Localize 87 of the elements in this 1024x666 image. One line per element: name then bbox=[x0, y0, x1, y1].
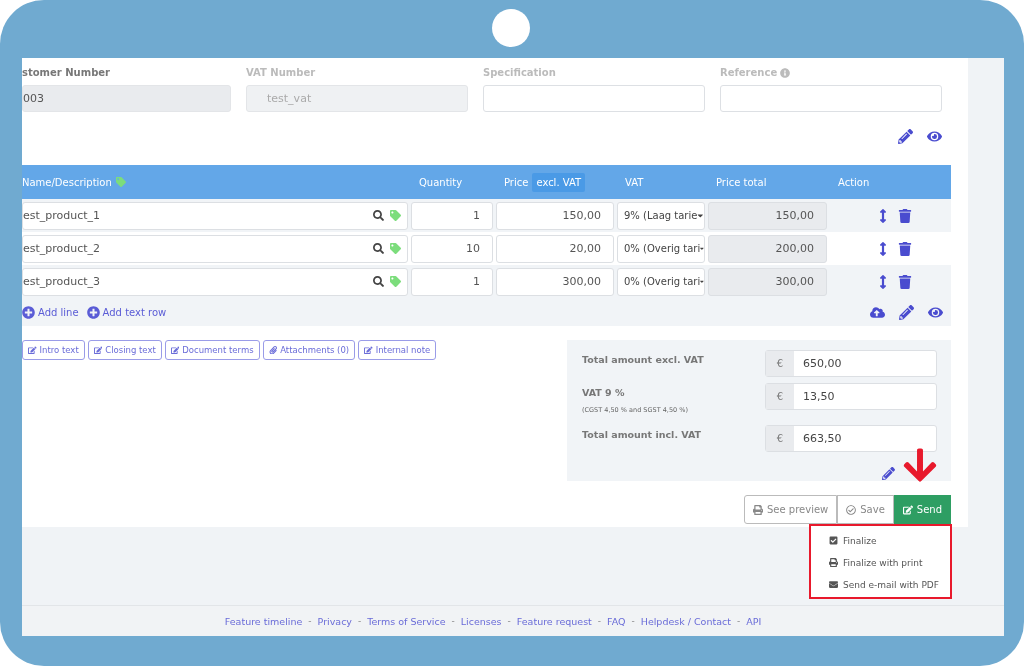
add-link[interactable]: Add text row bbox=[86, 305, 167, 319]
separator: - bbox=[736, 616, 741, 626]
separator: - bbox=[597, 616, 602, 626]
arrow-down-icon bbox=[901, 446, 939, 484]
vat-select[interactable]: 9% (Laag tarie bbox=[617, 201, 705, 230]
eye-icon[interactable] bbox=[927, 129, 942, 144]
separator: - bbox=[631, 616, 635, 626]
quantity-field[interactable]: 1 bbox=[411, 201, 493, 230]
search-icon[interactable] bbox=[373, 210, 384, 221]
caret-icon bbox=[697, 211, 704, 220]
input-field[interactable] bbox=[720, 85, 942, 112]
vat-select[interactable]: 0% (Overig tari bbox=[617, 234, 705, 263]
column-header: Price excl. VAT bbox=[496, 172, 617, 192]
column-header: Quantity bbox=[418, 176, 464, 188]
footer-link[interactable]: API bbox=[746, 615, 762, 627]
field-label: VAT Number bbox=[246, 66, 317, 79]
input-field[interactable] bbox=[483, 85, 705, 112]
total-field: 150,00 bbox=[708, 201, 827, 230]
text-button[interactable]: Intro text bbox=[22, 340, 85, 360]
amount-field[interactable]: € 663,50 bbox=[765, 425, 937, 452]
name-field[interactable]: est_product_1 bbox=[22, 201, 408, 230]
column-header: Name/Description bbox=[22, 176, 411, 188]
field-label: Specification bbox=[483, 66, 557, 79]
edit-icon bbox=[93, 345, 103, 355]
plus-icon bbox=[22, 305, 35, 319]
add-link[interactable]: Add line bbox=[22, 305, 79, 319]
edit-icon bbox=[902, 504, 913, 515]
separator: - bbox=[308, 616, 312, 626]
separator: - bbox=[358, 616, 362, 626]
edit-icon bbox=[364, 345, 373, 355]
camera-dot bbox=[492, 9, 530, 47]
send-button[interactable]: Send bbox=[893, 495, 951, 524]
footer-link[interactable]: Privacy bbox=[317, 615, 352, 627]
trash-icon[interactable] bbox=[898, 241, 912, 256]
total-label: Total amount excl. VAT bbox=[582, 354, 704, 365]
vat-select[interactable]: 0% (Overig tari bbox=[617, 267, 705, 296]
amount-field[interactable]: € 13,50 bbox=[765, 383, 937, 410]
column-header: VAT bbox=[624, 176, 645, 188]
column-header: Price total bbox=[715, 176, 768, 188]
column-header: Action bbox=[837, 176, 871, 188]
footer-link[interactable]: Helpdesk / Contact bbox=[640, 615, 731, 627]
footer-link[interactable]: Terms of Service bbox=[367, 615, 446, 627]
field-label: Reference bbox=[720, 66, 942, 79]
plus-icon bbox=[86, 305, 100, 319]
print-icon bbox=[753, 504, 763, 515]
search-icon[interactable] bbox=[373, 276, 384, 287]
menu-item[interactable]: Finalize with print bbox=[829, 554, 950, 571]
name-field[interactable]: est_product_3 bbox=[22, 267, 408, 296]
quantity-field[interactable]: 10 bbox=[411, 234, 493, 263]
text-button[interactable]: Attachments (0) bbox=[262, 340, 356, 360]
mail-icon bbox=[829, 580, 838, 589]
menu-item[interactable]: Finalize bbox=[829, 532, 950, 549]
upload-icon[interactable] bbox=[870, 304, 885, 320]
edit-icon bbox=[28, 345, 37, 355]
pencil-icon[interactable] bbox=[882, 467, 895, 480]
action-button[interactable]: See preview bbox=[744, 495, 838, 524]
edit-icon bbox=[170, 345, 180, 355]
total-label: VAT 9 % bbox=[582, 387, 626, 398]
separator: - bbox=[451, 616, 455, 626]
field-label: stomer Number bbox=[22, 66, 111, 79]
quantity-field[interactable]: 1 bbox=[411, 267, 493, 296]
footer-link[interactable]: Feature timeline bbox=[224, 615, 303, 627]
search-icon[interactable] bbox=[373, 243, 384, 254]
amount-field[interactable]: € 650,00 bbox=[765, 350, 937, 377]
price-field[interactable]: 150,00 bbox=[496, 201, 614, 230]
name-field[interactable]: est_product_2 bbox=[22, 234, 408, 263]
checkbox-icon bbox=[829, 536, 838, 545]
trash-icon[interactable] bbox=[898, 208, 912, 223]
text-button[interactable]: Closing text bbox=[87, 340, 162, 360]
price-field[interactable]: 20,00 bbox=[496, 234, 614, 263]
pencil-icon[interactable] bbox=[898, 129, 913, 144]
separator: - bbox=[507, 616, 511, 626]
price-field[interactable]: 300,00 bbox=[496, 267, 614, 296]
footer-link[interactable]: Licenses bbox=[460, 615, 502, 627]
footer-link[interactable]: Feature request bbox=[516, 615, 592, 627]
total-field: 200,00 bbox=[708, 234, 827, 263]
text-button[interactable]: Document terms bbox=[164, 340, 260, 360]
total-field: 300,00 bbox=[708, 267, 827, 296]
text-button[interactable]: Internal note bbox=[358, 340, 437, 360]
pencil-icon[interactable] bbox=[899, 304, 914, 320]
total-label: Total amount incl. VAT bbox=[582, 429, 702, 440]
menu-item[interactable]: Send e-mail with PDF bbox=[829, 576, 950, 593]
paperclip-icon bbox=[268, 345, 278, 355]
footer-link[interactable]: FAQ bbox=[607, 615, 626, 627]
print-icon bbox=[829, 558, 838, 567]
action-button[interactable]: Save bbox=[837, 495, 894, 524]
trash-icon[interactable] bbox=[898, 274, 912, 289]
